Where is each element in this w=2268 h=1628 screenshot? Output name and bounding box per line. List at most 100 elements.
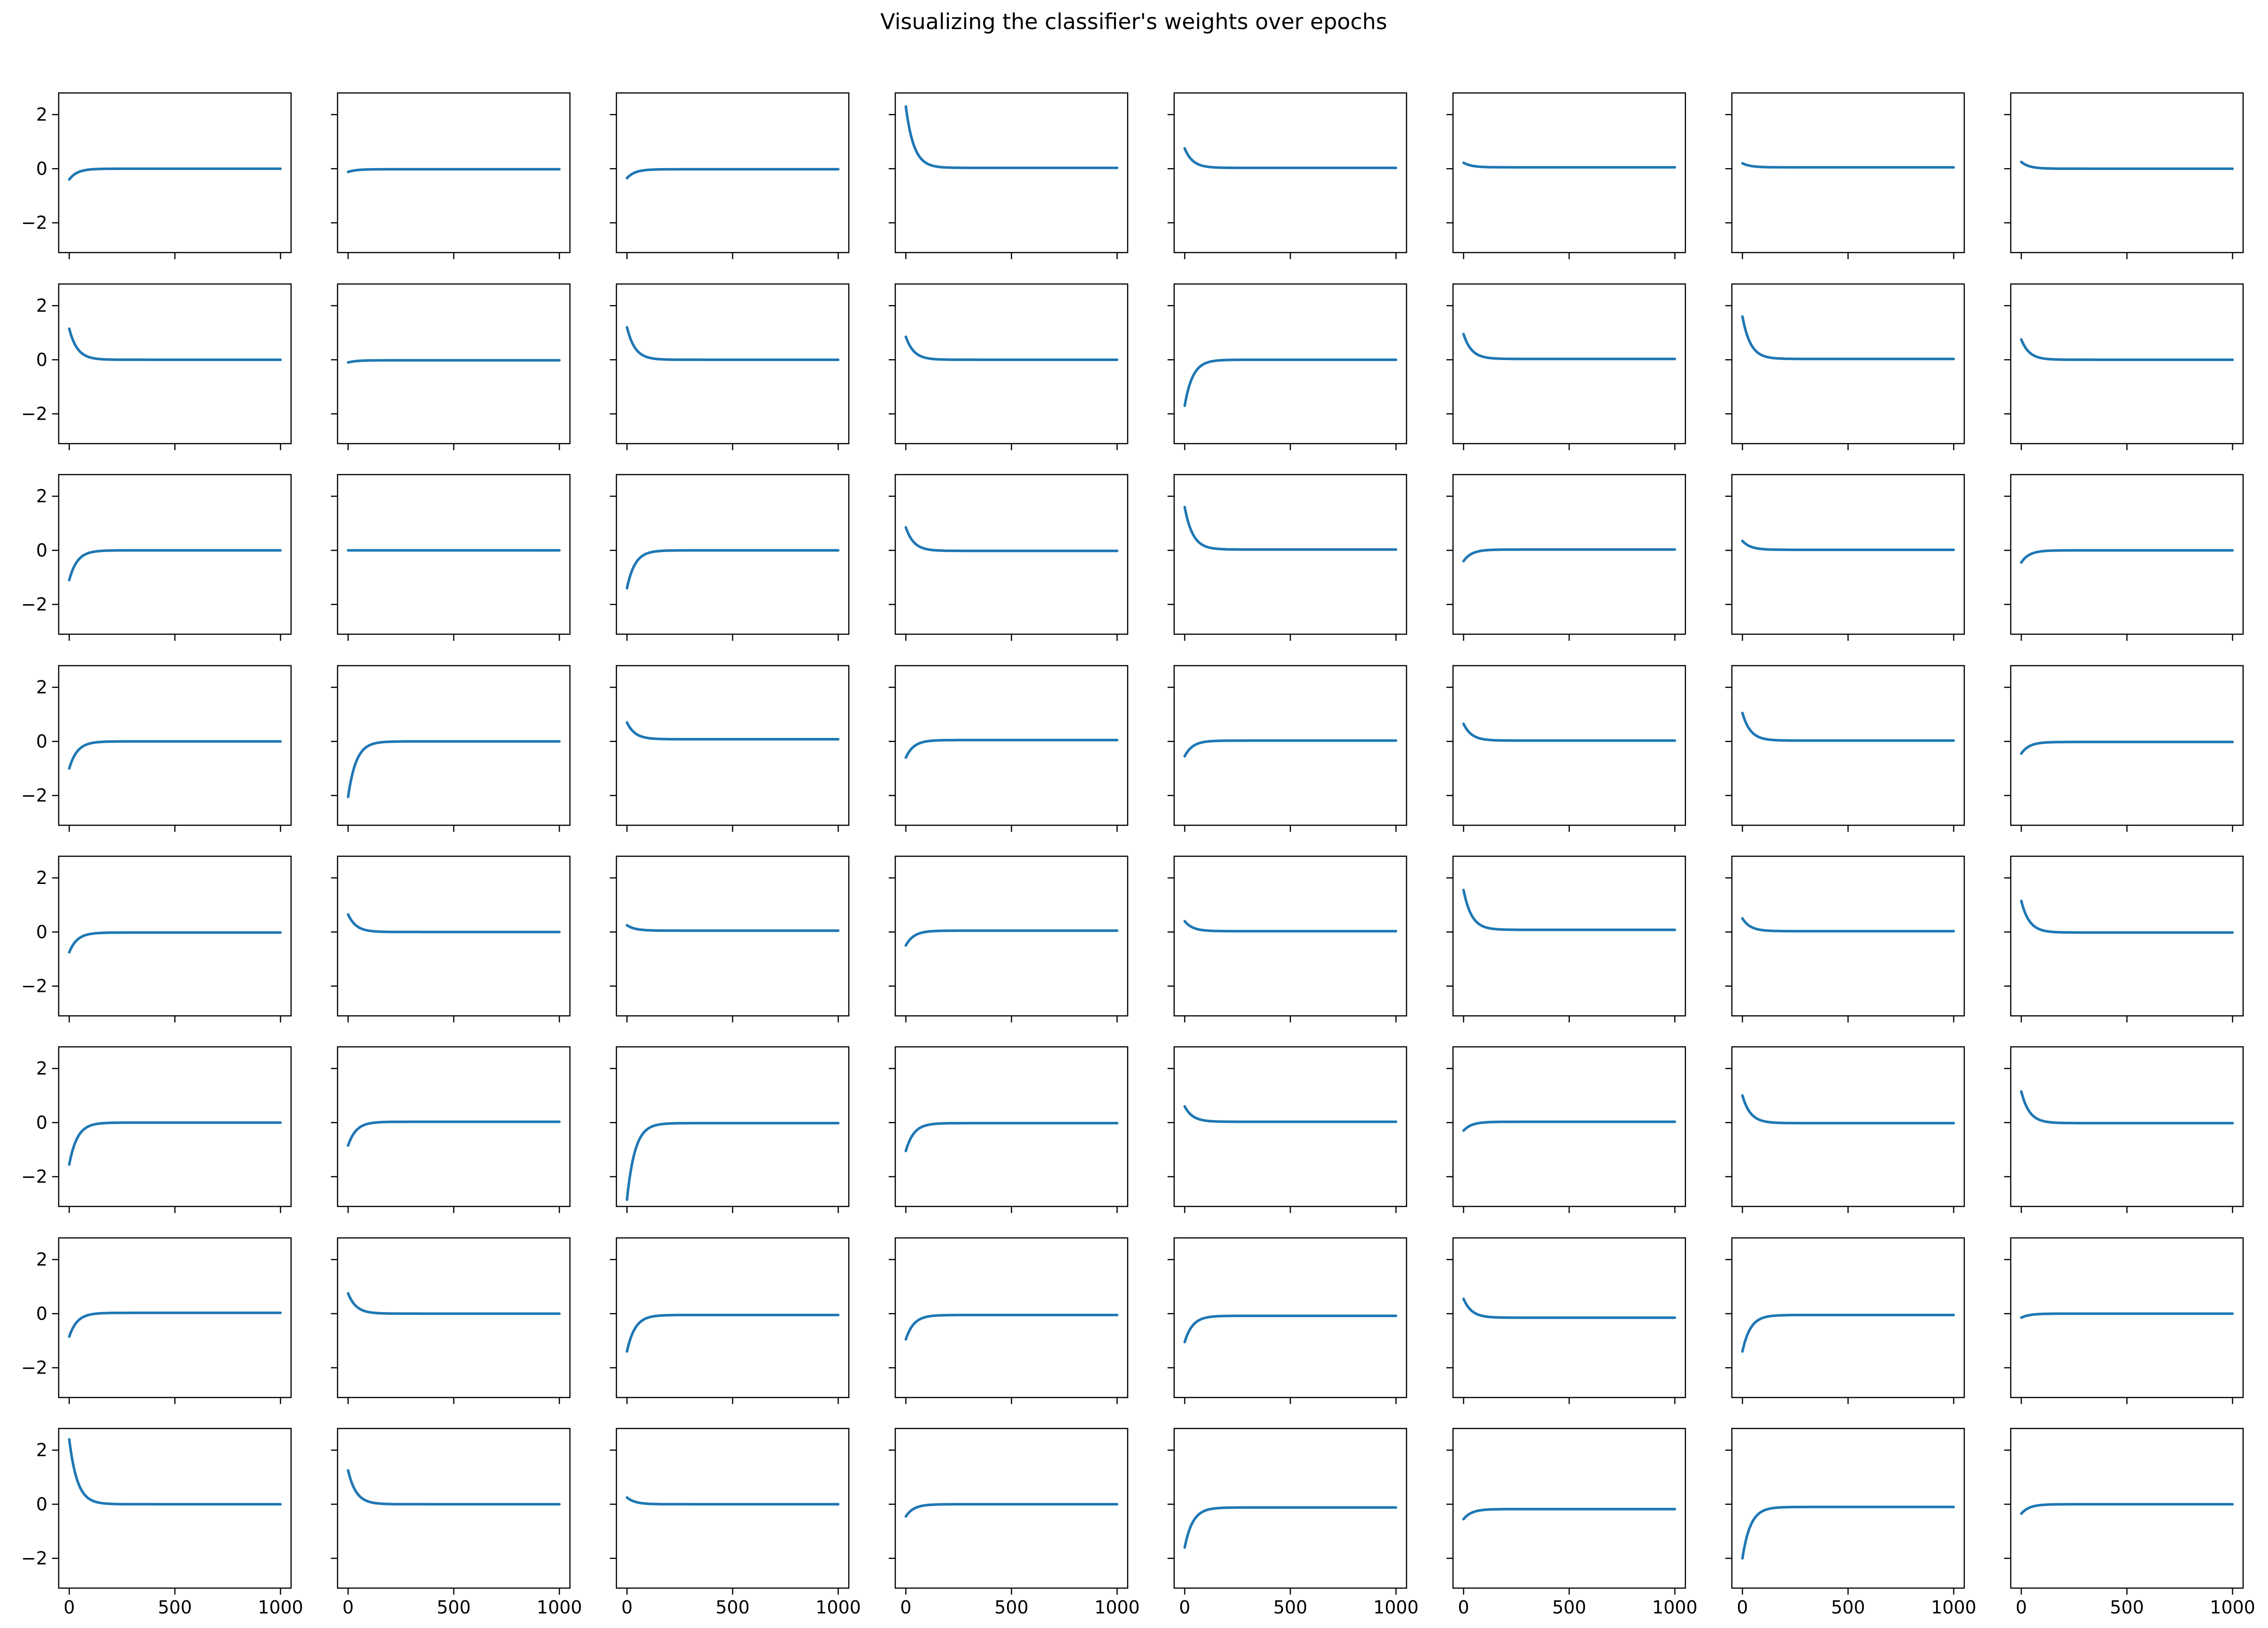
subplot <box>1725 474 1965 641</box>
subplot <box>1168 1046 1407 1213</box>
subplot <box>1725 855 1965 1022</box>
y-tick-label: −2 <box>21 1358 47 1378</box>
x-tick-label: 1000 <box>2210 1597 2255 1618</box>
x-tick-label: 500 <box>2110 1597 2144 1618</box>
subplot <box>1725 283 1965 450</box>
axes-frame <box>894 1046 1129 1207</box>
axes-frame <box>1173 283 1407 445</box>
x-tick-label: 1000 <box>1652 1597 1698 1618</box>
y-tick-label: 2 <box>36 868 47 888</box>
subplot <box>610 1046 850 1213</box>
subplot: 2 0 −2 <box>21 1046 292 1213</box>
y-tick-label: 2 <box>36 295 47 316</box>
axes-frame <box>2010 665 2244 826</box>
subplot <box>889 665 1129 832</box>
subplot <box>1168 855 1407 1022</box>
subplot: 2 0 −2 <box>21 283 292 450</box>
subplot: 0 500 1000 <box>2004 1428 2255 1618</box>
y-tick-label: −2 <box>21 1548 47 1569</box>
subplot <box>1168 92 1407 259</box>
y-tick-label: 0 <box>36 1112 47 1133</box>
y-tick-label: 0 <box>36 1494 47 1514</box>
x-tick-label: 500 <box>1273 1597 1307 1618</box>
axes-frame <box>1731 1046 1965 1207</box>
y-tick-label: −2 <box>21 594 47 615</box>
axes-frame <box>2010 283 2244 445</box>
axes-frame <box>1452 283 1686 445</box>
y-tick-label: −2 <box>21 213 47 233</box>
axes-frame <box>1173 1046 1407 1207</box>
subplot <box>610 92 850 259</box>
subplot <box>331 665 571 832</box>
subplot <box>1725 1237 1965 1404</box>
x-tick-label: 0 <box>63 1597 75 1618</box>
axes-frame <box>58 665 292 826</box>
subplot <box>2004 1046 2244 1213</box>
x-tick-label: 1000 <box>815 1597 861 1618</box>
y-tick-label: 0 <box>36 922 47 942</box>
y-tick-label: 2 <box>36 104 47 125</box>
axes-frame <box>894 283 1129 445</box>
axes-frame <box>1452 92 1686 253</box>
subplot: 0 500 1000 <box>889 1428 1140 1618</box>
subplot <box>1446 474 1686 641</box>
x-tick-label: 0 <box>342 1597 354 1618</box>
subplot <box>1446 855 1686 1022</box>
y-tick-label: 2 <box>36 1058 47 1079</box>
subplot <box>1446 92 1686 259</box>
axes-frame <box>337 474 571 635</box>
axes-frame <box>1173 855 1407 1017</box>
x-tick-label: 1000 <box>1931 1597 1976 1618</box>
subplot: 0 500 1000 <box>331 1428 582 1618</box>
subplot <box>2004 474 2244 641</box>
subplot <box>2004 855 2244 1022</box>
axes-frame <box>894 92 1129 253</box>
subplot <box>331 92 571 259</box>
x-tick-label: 500 <box>994 1597 1029 1618</box>
subplot <box>1725 92 1965 259</box>
x-tick-label: 0 <box>900 1597 911 1618</box>
subplot <box>610 665 850 832</box>
axes-frame <box>1452 1046 1686 1207</box>
axes-frame <box>2010 474 2244 635</box>
axes-frame <box>615 1428 850 1589</box>
x-tick-label: 500 <box>437 1597 471 1618</box>
subplot <box>331 474 571 641</box>
subplot: 2 0 −2 <box>21 92 292 259</box>
subplot <box>1168 1237 1407 1404</box>
subplot <box>2004 283 2244 450</box>
y-tick-label: 0 <box>36 349 47 370</box>
axes-frame <box>894 474 1129 635</box>
axes-frame <box>615 92 850 253</box>
axes-frame <box>894 1428 1129 1589</box>
y-tick-label: 0 <box>36 540 47 561</box>
subplot <box>1446 665 1686 832</box>
axes-frame <box>1731 283 1965 445</box>
axes-frame <box>1173 474 1407 635</box>
axes-frame <box>1731 855 1965 1017</box>
subplot <box>889 1046 1129 1213</box>
y-tick-label: 2 <box>36 486 47 507</box>
subplot-grid: 2 0 −2 2 0 −2 2 0 −2 2 0 −2 2 0 −2 2 0 −2 2 0 −2 0 500 1000 2 0 −2… <box>21 92 2255 1618</box>
x-tick-label: 0 <box>1737 1597 1748 1618</box>
subplot <box>610 283 850 450</box>
subplot: 0 500 1000 2 0 −2 <box>21 1428 303 1618</box>
subplot: 2 0 −2 <box>21 665 292 832</box>
y-tick-label: −2 <box>21 404 47 424</box>
x-tick-label: 1000 <box>1373 1597 1419 1618</box>
subplot <box>1168 283 1407 450</box>
axes-frame <box>1731 665 1965 826</box>
axes-frame <box>1452 855 1686 1017</box>
axes-frame <box>58 92 292 253</box>
subplot <box>1168 474 1407 641</box>
y-tick-label: 2 <box>36 1249 47 1270</box>
subplot <box>331 283 571 450</box>
x-tick-label: 0 <box>621 1597 632 1618</box>
y-tick-label: 0 <box>36 731 47 752</box>
subplot: 0 500 1000 <box>1446 1428 1698 1618</box>
subplot <box>889 474 1129 641</box>
axes-frame <box>2010 1428 2244 1589</box>
axes-frame <box>615 665 850 826</box>
subplot <box>610 474 850 641</box>
axes-frame <box>58 474 292 635</box>
